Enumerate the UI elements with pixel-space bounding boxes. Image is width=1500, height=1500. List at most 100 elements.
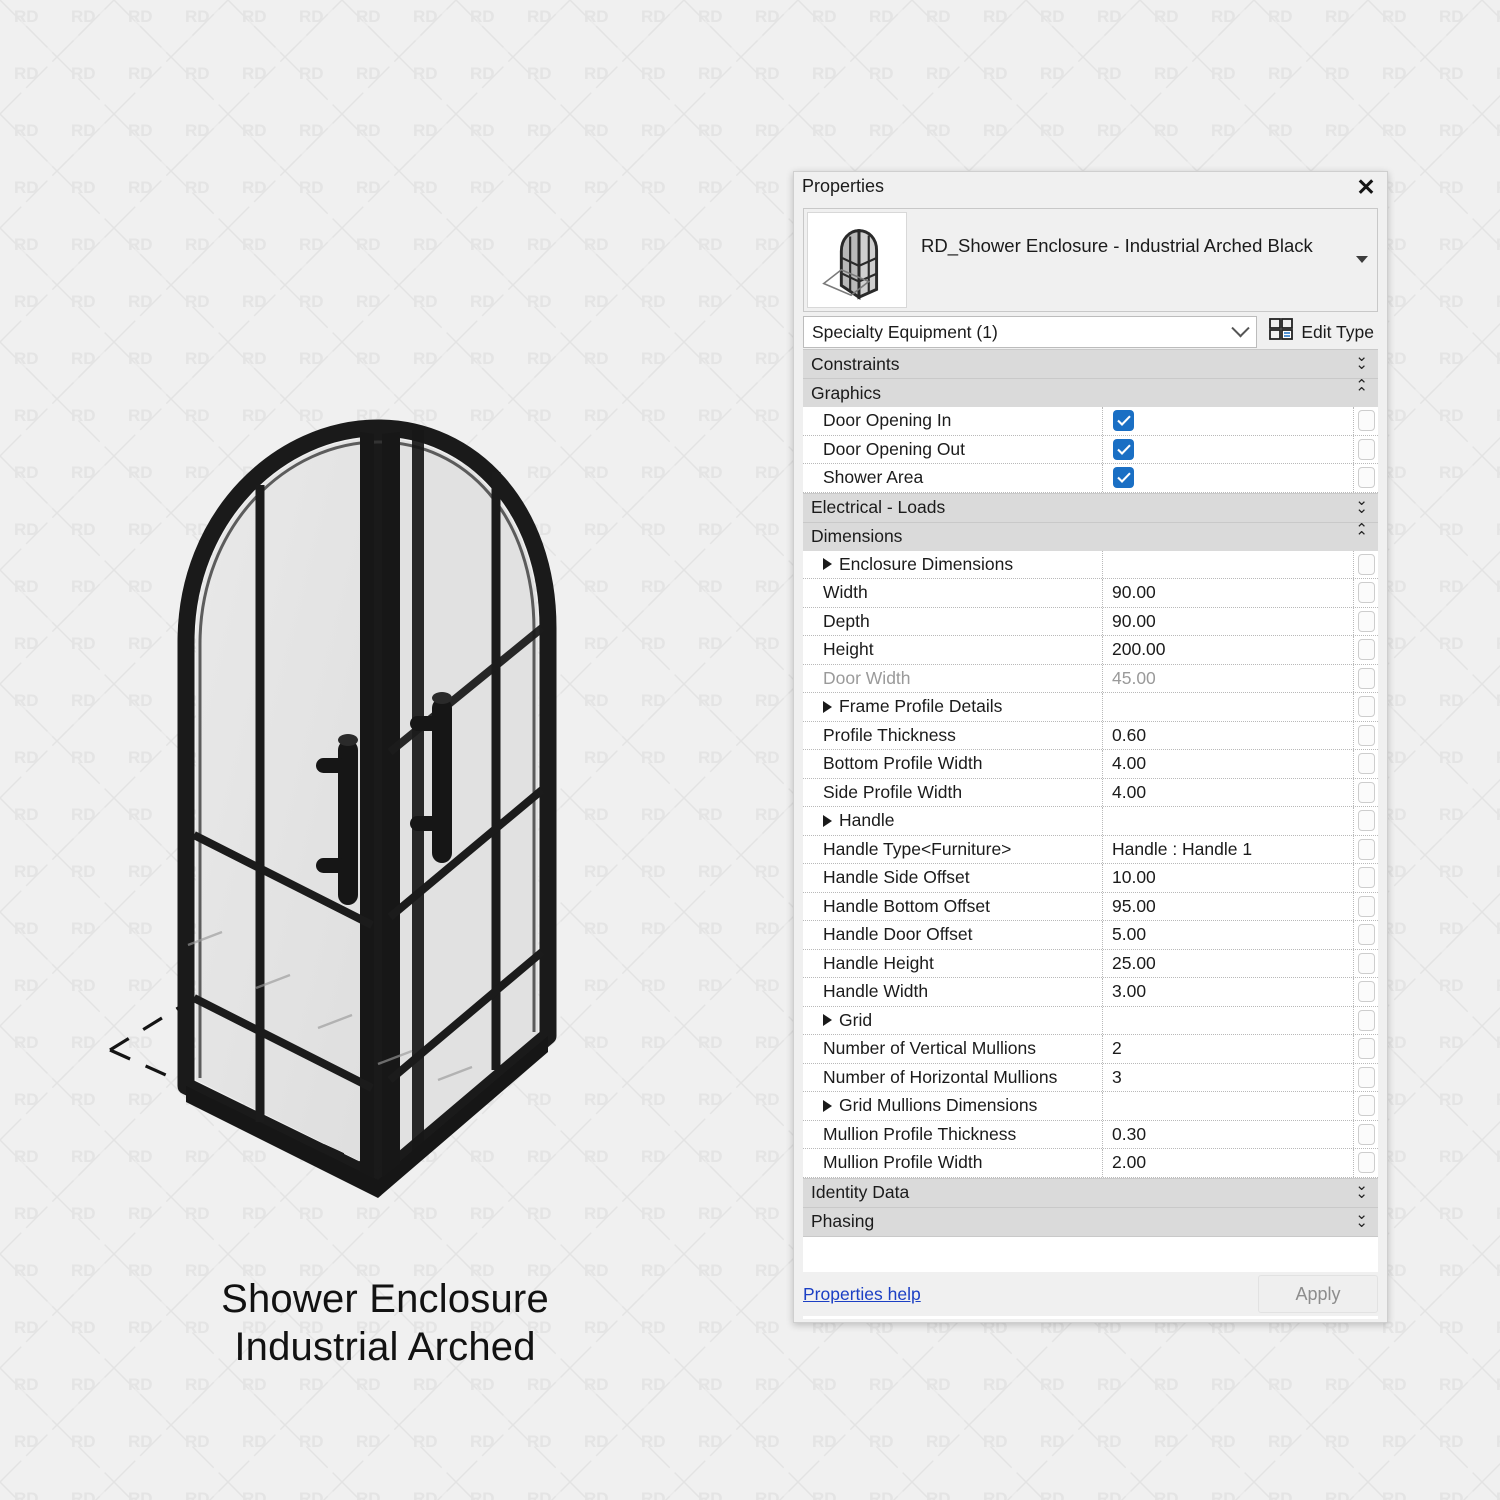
table-row[interactable]: Shower Area [803,464,1378,493]
row-action-button[interactable] [1357,1066,1375,1088]
table-row[interactable]: Depth 90.00 [803,607,1378,636]
row-key: Shower Area [803,464,1103,492]
row-value: 4.00 [1112,781,1147,802]
edit-type-button[interactable]: Edit Type [1257,318,1378,346]
row-action-button[interactable] [1357,895,1375,917]
row-action-button[interactable] [1357,810,1375,832]
row-button-cell [1353,750,1378,778]
palette-footer: Properties help Apply [803,1272,1378,1316]
row-key: Handle Type<Furniture> [803,835,1103,863]
row-action-button[interactable] [1357,1152,1375,1174]
table-row[interactable]: Bottom Profile Width 4.00 [803,750,1378,779]
row-action-button[interactable] [1357,724,1375,746]
group-header-constraints[interactable]: Constraints ⌄ ⌄ [803,349,1378,378]
table-row[interactable]: Door Opening In [803,407,1378,436]
table-row[interactable]: Number of Vertical Mullions 2 [803,1035,1378,1064]
category-value: Specialty Equipment (1) [812,321,998,342]
row-value: 3 [1112,1066,1122,1087]
edit-type-icon [1269,318,1294,346]
type-name-label: RD_Shower Enclosure - Industrial Arched … [921,235,1313,256]
row-value [1103,464,1353,492]
palette-title: Properties [802,176,885,196]
chevron-down-icon[interactable] [1356,256,1368,263]
table-row[interactable]: Number of Horizontal Mullions 3 [803,1063,1378,1092]
group-header-dimensions[interactable]: Dimensions ⌃ ⌃ [803,521,1378,551]
row-value: 95.00 [1112,895,1156,916]
row-button-cell [1353,1092,1378,1120]
row-key: Frame Profile Details [803,693,1103,721]
row-button-cell [1353,921,1378,949]
table-row[interactable]: Door Opening Out [803,435,1378,464]
table-row[interactable]: Enclosure Dimensions [803,550,1378,579]
close-icon[interactable]: ✕ [1353,174,1379,200]
apply-button[interactable]: Apply [1258,1275,1378,1313]
row-action-button[interactable] [1357,867,1375,889]
table-row[interactable]: Profile Thickness 0.60 [803,721,1378,750]
row-button-cell [1353,579,1378,607]
table-row[interactable]: Width 90.00 [803,579,1378,608]
table-row[interactable]: Handle Door Offset 5.00 [803,921,1378,950]
row-action-button[interactable] [1357,582,1375,604]
row-action-button[interactable] [1357,924,1375,946]
row-action-button[interactable] [1357,1038,1375,1060]
category-select[interactable]: Specialty Equipment (1) [803,316,1258,348]
group-label: Graphics [811,382,882,403]
row-action-button[interactable] [1357,639,1375,661]
checkbox-door-opening-in[interactable] [1113,410,1134,432]
row-value: 2.00 [1112,1152,1147,1173]
properties-grid: Constraints ⌄ ⌄ Graphics ⌃ ⌃ Door Opening … [803,349,1378,1319]
row-value: 200.00 [1112,639,1166,660]
row-action-button[interactable] [1357,667,1375,689]
row-action-button[interactable] [1357,838,1375,860]
checkbox-door-opening-out[interactable] [1113,438,1134,460]
checkbox-shower-area[interactable] [1113,467,1134,489]
row-action-button[interactable] [1357,467,1375,489]
table-row[interactable]: Handle [803,807,1378,836]
row-key: Handle Bottom Offset [803,892,1103,920]
row-action-button[interactable] [1357,981,1375,1003]
row-action-button[interactable] [1357,1095,1375,1117]
row-action-button[interactable] [1357,438,1375,460]
row-key: Handle Height [803,949,1103,977]
table-row[interactable]: Handle Width 3.00 [803,978,1378,1007]
table-row[interactable]: Handle Bottom Offset 95.00 [803,892,1378,921]
group-label: Phasing [811,1211,875,1231]
properties-help-link[interactable]: Properties help [803,1284,921,1305]
row-key: Handle Side Offset [803,864,1103,892]
table-row[interactable]: Height 200.00 [803,636,1378,665]
row-action-button[interactable] [1357,753,1375,775]
table-row[interactable]: Side Profile Width 4.00 [803,778,1378,807]
properties-palette: Properties ✕ RD_Shower Enclosure - Indus… [793,171,1388,1323]
row-action-button[interactable] [1357,696,1375,718]
row-button-cell [1353,978,1378,1006]
group-header-phasing[interactable]: Phasing ⌄ ⌄ [803,1206,1378,1236]
row-action-button[interactable] [1357,781,1375,803]
type-selector[interactable]: RD_Shower Enclosure - Industrial Arched … [803,208,1378,312]
row-action-button[interactable] [1357,553,1375,575]
row-button-cell [1353,693,1378,721]
group-header-electrical-loads[interactable]: Electrical - Loads ⌄ ⌄ [803,492,1378,522]
row-action-button[interactable] [1357,410,1375,432]
row-action-button[interactable] [1357,610,1375,632]
table-row[interactable]: Door Width 45.00 [803,664,1378,693]
row-button-cell [1353,807,1378,835]
table-row[interactable]: Grid [803,1006,1378,1035]
row-button-cell [1353,464,1378,492]
row-value: 4.00 [1112,753,1147,774]
row-button-cell [1353,864,1378,892]
group-header-identity-data[interactable]: Identity Data ⌄ ⌄ [803,1176,1378,1207]
row-action-button[interactable] [1357,952,1375,974]
table-row[interactable]: Mullion Profile Thickness 0.30 [803,1120,1378,1149]
triangle-right-icon [823,1099,832,1112]
table-row[interactable]: Handle Height 25.00 [803,949,1378,978]
table-row[interactable]: Handle Type<Furniture> Handle : Handle 1 [803,835,1378,864]
table-row[interactable]: Handle Side Offset 10.00 [803,864,1378,893]
group-header-graphics[interactable]: Graphics ⌃ ⌃ [803,378,1378,407]
table-row[interactable]: Frame Profile Details [803,693,1378,722]
product-caption: Shower Enclosure Industrial Arched [40,1275,730,1371]
row-action-button[interactable] [1357,1123,1375,1145]
chevron-double-down-icon: ⌄ ⌄ [1355,1176,1368,1202]
row-action-button[interactable] [1357,1009,1375,1031]
table-row[interactable]: Grid Mullions Dimensions [803,1092,1378,1121]
table-row[interactable]: Mullion Profile Width 2.00 [803,1149,1378,1178]
